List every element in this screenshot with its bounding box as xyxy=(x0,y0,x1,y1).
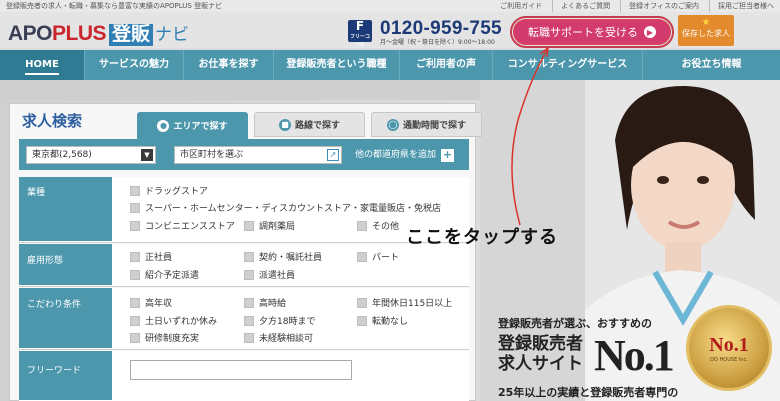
hero-subcopy: 登録販売者が選ぶ、おすすめの xyxy=(498,317,652,330)
medal-text: No.1 xyxy=(709,333,749,356)
no1-medal: No.1 DO HOUSE Inc. xyxy=(686,305,772,391)
annotation-callout: ここをタップする xyxy=(406,227,558,248)
hero-footer-copy: 25年以上の実績と登録販売者専門の xyxy=(498,386,679,399)
medal-subtext: DO HOUSE Inc. xyxy=(710,356,748,363)
hero-no1: No.1 xyxy=(594,331,675,380)
hero-headline: 登録販売者 求人サイト xyxy=(498,334,583,374)
